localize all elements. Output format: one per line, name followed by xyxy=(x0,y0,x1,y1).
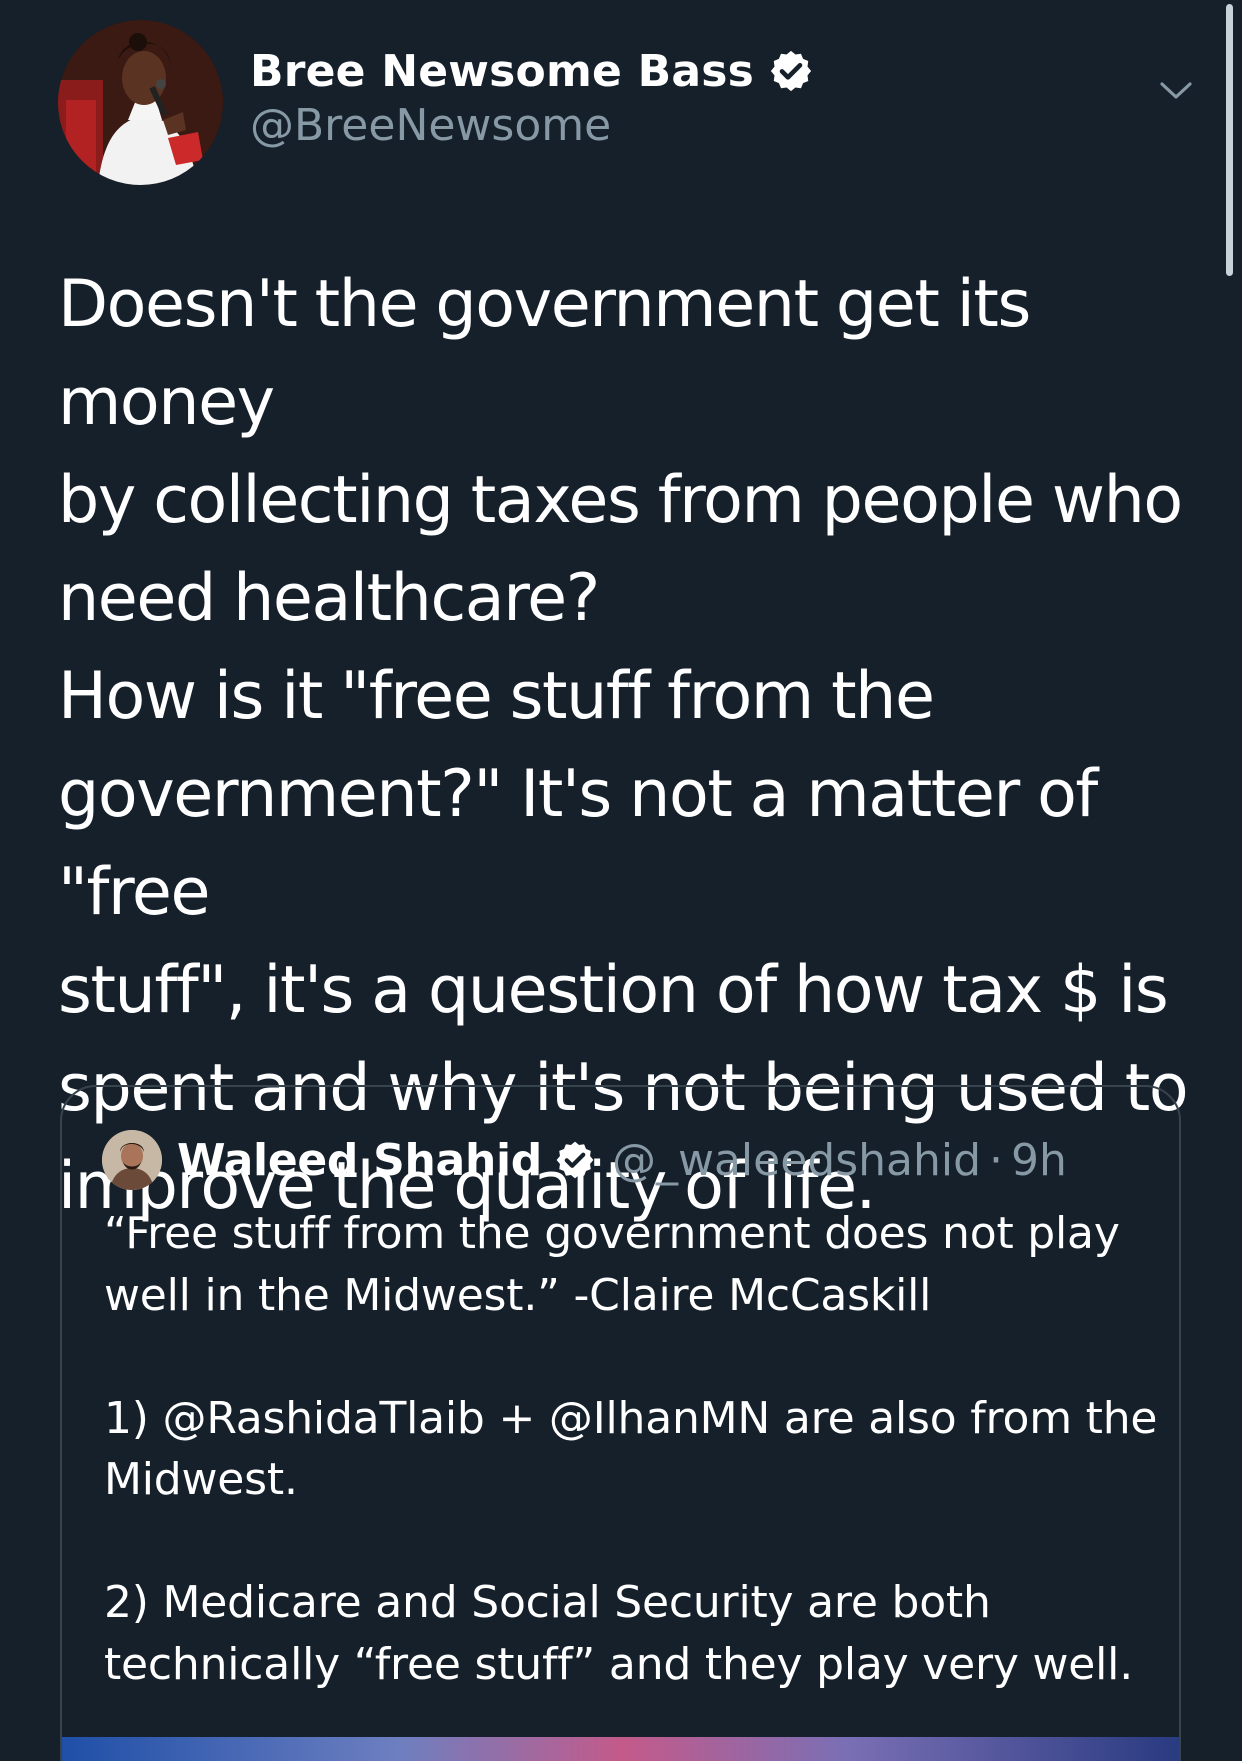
scrollbar-thumb[interactable] xyxy=(1226,4,1233,276)
quoted-tweet-timestamp[interactable]: 9h xyxy=(1011,1135,1067,1186)
tweet-detail-screen: Bree Newsome Bass @BreeNewsome Doesn't t… xyxy=(0,0,1242,1761)
quoted-tweet-header: Waleed Shahid @_waleedshahid · 9h xyxy=(102,1127,1067,1193)
author-avatar[interactable] xyxy=(58,20,223,185)
profile-photo-icon xyxy=(102,1130,162,1190)
quoted-author-avatar[interactable] xyxy=(102,1130,162,1190)
quoted-tweet-card[interactable]: Waleed Shahid @_waleedshahid · 9h “Free … xyxy=(60,1085,1181,1761)
dot-separator: · xyxy=(989,1134,1004,1186)
profile-photo-icon xyxy=(58,20,223,185)
quoted-tweet-media-preview[interactable] xyxy=(62,1737,1179,1761)
quoted-author-handle[interactable]: @_waleedshahid xyxy=(612,1135,981,1186)
quoted-tweet-body-text: “Free stuff from the government does not… xyxy=(104,1208,1158,1690)
author-handle[interactable]: @BreeNewsome xyxy=(250,100,814,151)
author-display-name[interactable]: Bree Newsome Bass xyxy=(250,46,754,97)
chevron-down-icon[interactable] xyxy=(1148,62,1204,118)
verified-badge-icon xyxy=(556,1141,594,1179)
tweet-header: Bree Newsome Bass @BreeNewsome xyxy=(58,20,1208,190)
quoted-author-display-name[interactable]: Waleed Shahid xyxy=(177,1135,542,1186)
author-name-row: Bree Newsome Bass xyxy=(250,42,814,100)
verified-badge-icon xyxy=(770,50,812,92)
author-block[interactable]: Bree Newsome Bass @BreeNewsome xyxy=(250,42,814,151)
